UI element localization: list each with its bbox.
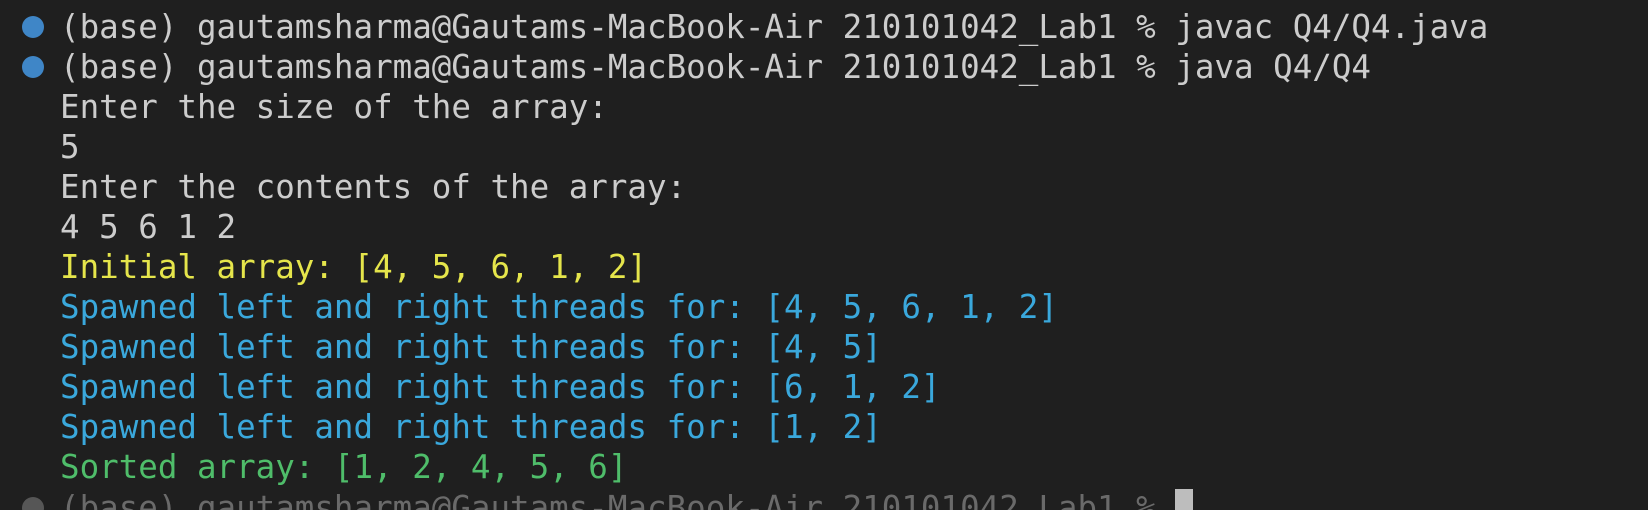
terminal-panel[interactable]: (base) gautamsharma@Gautams-MacBook-Air … xyxy=(0,0,1648,510)
terminal-cursor xyxy=(1175,489,1194,510)
spawn-thread-line: Spawned left and right threads for: [1, … xyxy=(60,408,882,446)
output-line: Enter the contents of the array: xyxy=(60,168,687,206)
output-line: Enter the size of the array: xyxy=(60,88,608,126)
command-line: (base) gautamsharma@Gautams-MacBook-Air … xyxy=(60,48,1371,86)
command-status-dot-icon[interactable] xyxy=(22,56,44,78)
input-echo-line: 4 5 6 1 2 xyxy=(60,208,237,246)
spawn-thread-line: Spawned left and right threads for: [4, … xyxy=(60,328,882,366)
prompt-text: (base) gautamsharma@Gautams-MacBook-Air … xyxy=(60,489,1176,510)
initial-array-line: Initial array: [4, 5, 6, 1, 2] xyxy=(60,248,647,286)
sorted-array-line: Sorted array: [1, 2, 4, 5, 6] xyxy=(60,448,628,486)
command-line: (base) gautamsharma@Gautams-MacBook-Air … xyxy=(60,8,1489,46)
active-prompt-line[interactable]: (base) gautamsharma@Gautams-MacBook-Air … xyxy=(60,488,1194,510)
spawn-thread-line: Spawned left and right threads for: [6, … xyxy=(60,368,941,406)
command-status-dot-icon[interactable] xyxy=(22,497,44,510)
command-status-dot-icon[interactable] xyxy=(22,16,44,38)
input-echo-line: 5 xyxy=(60,128,80,166)
spawn-thread-line: Spawned left and right threads for: [4, … xyxy=(60,288,1058,326)
